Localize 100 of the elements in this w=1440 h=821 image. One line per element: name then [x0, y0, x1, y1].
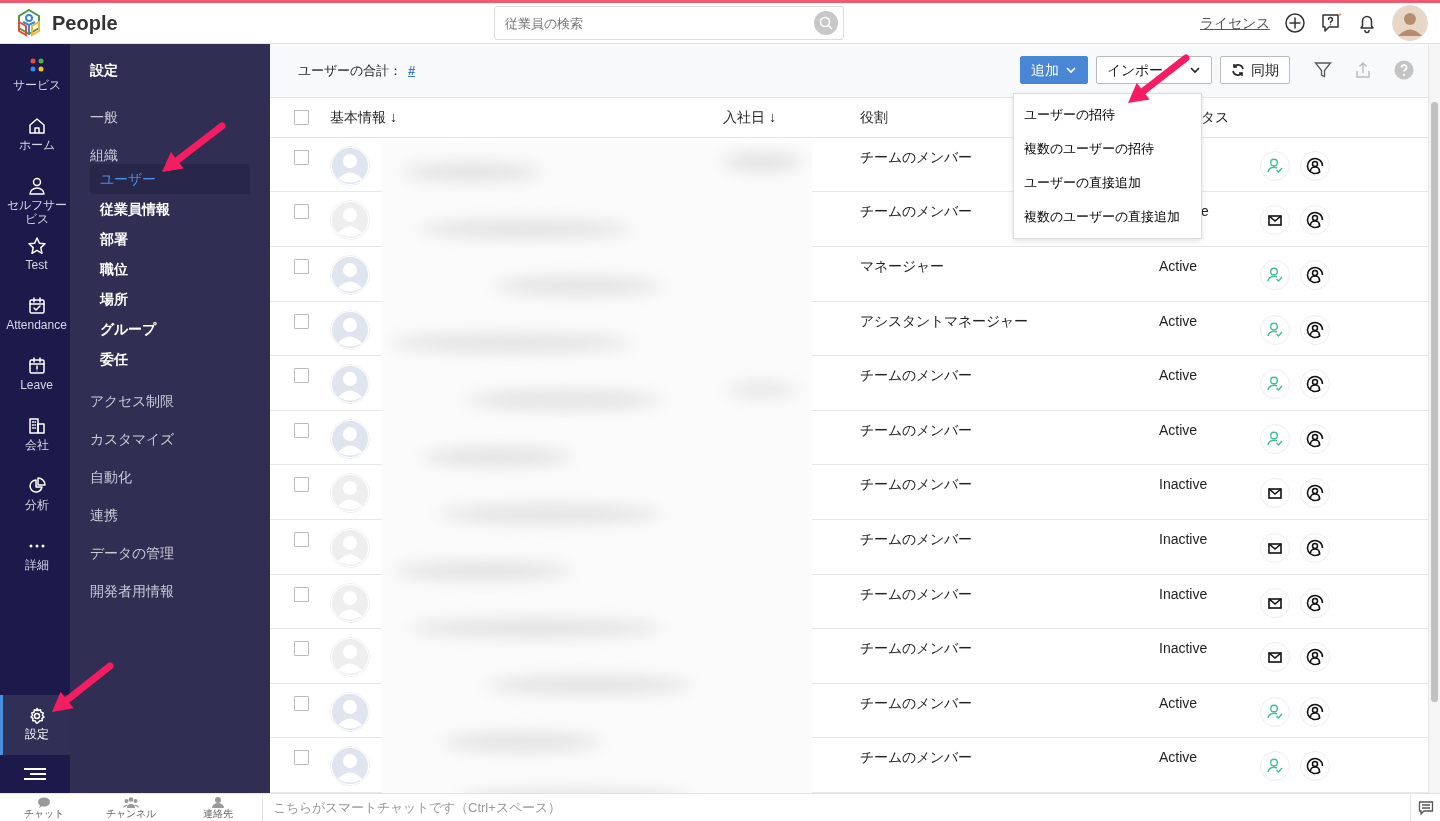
rail-item[interactable]: Test — [0, 232, 70, 292]
row-checkbox[interactable] — [294, 586, 309, 602]
settings-title: 設定 — [90, 61, 119, 80]
column-header[interactable]: 入社日 ↓ — [723, 108, 776, 125]
user-reset-icon[interactable] — [1305, 538, 1325, 559]
settings-icon — [27, 707, 46, 725]
rail-item[interactable]: 設定 — [0, 695, 70, 755]
filter-icon[interactable] — [1314, 61, 1332, 80]
dropdown-item[interactable]: ユーザーの招待 — [1014, 98, 1201, 132]
bottom-tab[interactable]: 連絡先 — [174, 794, 261, 821]
row-checkbox[interactable] — [294, 422, 309, 438]
rail-item[interactable]: Attendance — [0, 292, 70, 352]
user-reset-icon[interactable] — [1305, 210, 1325, 231]
activate-user-icon[interactable] — [1266, 757, 1284, 776]
bottom-tab[interactable]: チャンネル — [87, 794, 174, 821]
rail-item[interactable]: 詳細 — [0, 532, 70, 592]
search-icon — [818, 16, 833, 30]
settings-menu-item[interactable]: 連携 — [90, 496, 118, 534]
activate-user-icon[interactable] — [1266, 266, 1284, 285]
settings-menu-item[interactable]: 自動化 — [90, 458, 132, 496]
settings-submenu-item[interactable]: ユーザー — [90, 164, 250, 194]
settings-submenu-item[interactable]: 従業員情報 — [90, 194, 250, 224]
row-checkbox[interactable] — [294, 259, 309, 275]
settings-menu-item[interactable]: アクセス制限 — [90, 382, 174, 420]
activate-user-icon[interactable] — [1266, 375, 1284, 394]
rail-item[interactable]: 会社 — [0, 412, 70, 472]
chat-icon[interactable] — [1417, 799, 1434, 816]
activate-user-icon[interactable] — [1266, 156, 1284, 175]
settings-submenu-item[interactable]: 場所 — [90, 284, 250, 314]
avatar[interactable] — [1392, 5, 1428, 41]
settings-submenu-item[interactable]: 委任 — [90, 344, 250, 374]
row-checkbox[interactable] — [294, 477, 309, 493]
license-link[interactable]: ライセンス — [1200, 12, 1270, 34]
settings-menu-item[interactable]: 一般 — [90, 98, 118, 136]
dropdown-item[interactable]: 複数のユーザーの直接追加 — [1014, 200, 1201, 234]
add-icon[interactable] — [1284, 12, 1306, 34]
user-reset-icon[interactable] — [1305, 647, 1325, 668]
activate-user-icon[interactable] — [1266, 429, 1284, 448]
user-reset-icon[interactable] — [1305, 701, 1325, 722]
user-reset-icon[interactable] — [1305, 756, 1325, 777]
status-text: Inactive — [1159, 585, 1208, 602]
user-reset-icon[interactable] — [1305, 265, 1325, 286]
search-field[interactable]: 従業員の検索 — [493, 6, 844, 40]
settings-menu-item[interactable]: 開発者用情報 — [90, 572, 174, 610]
dropdown-item[interactable]: ユーザーの直接追加 — [1014, 166, 1201, 200]
table-cell: チームのメンバー — [860, 203, 972, 220]
rail-item[interactable]: Leave — [0, 352, 70, 412]
settings-menu-item[interactable]: カスタマイズ — [90, 420, 174, 458]
user-reset-icon[interactable] — [1305, 319, 1325, 340]
row-checkbox[interactable] — [294, 750, 309, 766]
help-icon[interactable] — [1394, 60, 1414, 81]
total-count-link[interactable]: # — [408, 60, 416, 81]
settings-submenu-item[interactable]: グループ — [90, 314, 250, 344]
annotation-arrow — [52, 662, 114, 712]
person-icon — [209, 796, 226, 808]
status-text: Active — [1159, 421, 1198, 438]
user-reset-icon[interactable] — [1305, 155, 1325, 176]
user-reset-icon[interactable] — [1305, 374, 1325, 395]
user-reset-icon[interactable] — [1305, 483, 1325, 504]
user-reset-icon[interactable] — [1305, 592, 1325, 613]
scrollbar-thumb[interactable] — [1431, 102, 1438, 702]
activate-user-icon[interactable] — [1266, 702, 1284, 721]
column-header[interactable]: タス — [1201, 108, 1229, 125]
rail-item[interactable]: 分析 — [0, 472, 70, 532]
row-checkbox[interactable] — [294, 368, 309, 384]
pie-chart-icon — [26, 476, 47, 496]
menu-icon[interactable] — [22, 767, 48, 781]
settings-submenu-item[interactable]: 職位 — [90, 254, 250, 284]
rail-item[interactable]: セルフサービス — [0, 172, 70, 232]
status-text: Active — [1159, 258, 1198, 275]
activate-user-icon[interactable] — [1266, 320, 1284, 339]
dropdown-item[interactable]: 複数のユーザーの招待 — [1014, 132, 1201, 166]
row-checkbox[interactable] — [294, 204, 309, 220]
building-icon — [26, 416, 47, 436]
help-chat-icon[interactable] — [1320, 12, 1342, 34]
export-icon[interactable] — [1354, 61, 1372, 80]
status-text: Active — [1159, 367, 1198, 384]
row-checkbox[interactable] — [294, 695, 309, 711]
rail-item[interactable]: サービス — [0, 52, 70, 112]
import-button[interactable]: インポー — [1096, 56, 1212, 85]
table-cell: チームのメンバー — [860, 585, 972, 602]
column-header[interactable]: 基本情報 ↓ — [330, 108, 397, 125]
star-icon — [26, 236, 47, 256]
annotation-arrow — [162, 122, 226, 172]
bottom-tab[interactable]: チャット — [0, 794, 87, 821]
sync-button[interactable]: 同期 — [1220, 56, 1290, 85]
row-checkbox[interactable] — [294, 149, 309, 165]
add-button[interactable]: 追加 — [1020, 56, 1088, 85]
settings-submenu-item[interactable]: 部署 — [90, 224, 250, 254]
column-header[interactable]: 役割 — [860, 108, 888, 125]
rail-item[interactable]: ホーム — [0, 112, 70, 172]
status-text: Inactive — [1159, 476, 1208, 493]
table-cell: チームのメンバー — [860, 749, 972, 766]
row-checkbox[interactable] — [294, 532, 309, 548]
user-reset-icon[interactable] — [1305, 428, 1325, 449]
home-icon — [26, 116, 47, 136]
row-checkbox[interactable] — [294, 641, 309, 657]
settings-menu-item[interactable]: データの管理 — [90, 534, 174, 572]
row-checkbox[interactable] — [294, 313, 309, 329]
checkbox[interactable] — [294, 109, 309, 125]
